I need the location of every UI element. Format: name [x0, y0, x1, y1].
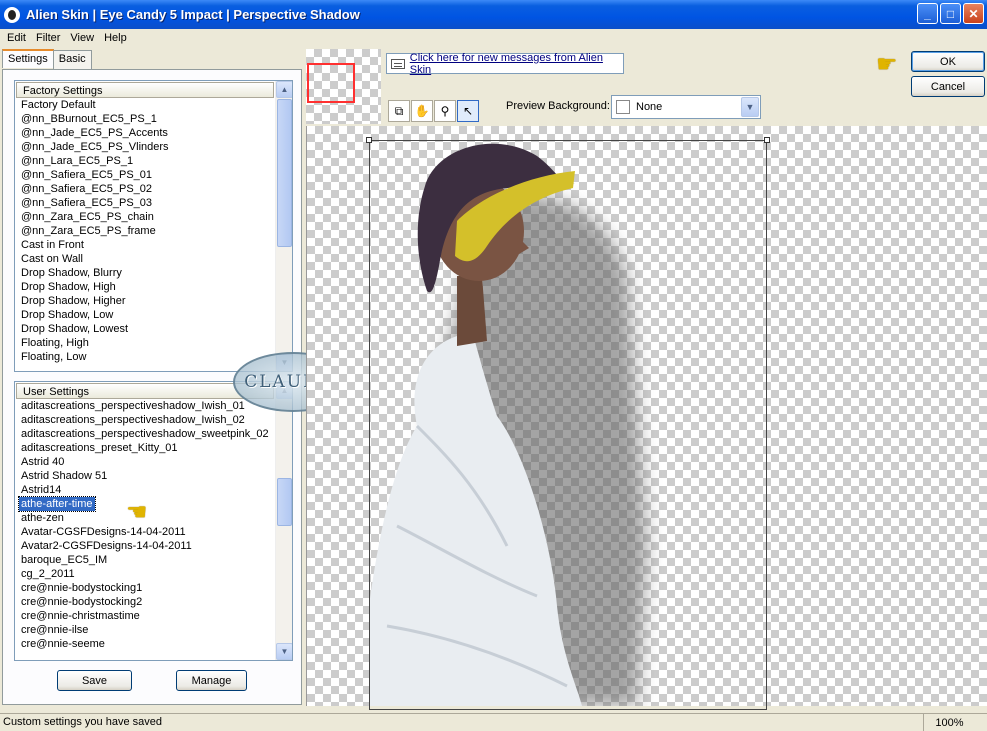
preview-toggle-icon[interactable]: ⧉ [388, 100, 410, 122]
list-item[interactable]: Avatar-CGSFDesigns-14-04-2011 [15, 525, 292, 539]
menu-filter[interactable]: Filter [31, 32, 65, 44]
scroll-thumb[interactable] [277, 478, 292, 526]
pointing-hand-icon: ☛ [876, 51, 898, 78]
list-item[interactable]: Astrid 40 [15, 455, 292, 469]
resize-handle[interactable] [764, 137, 770, 143]
app-icon[interactable] [4, 6, 20, 23]
menu-help[interactable]: Help [99, 32, 132, 44]
list-item[interactable]: aditascreations_perspectiveshadow_sweetp… [15, 427, 292, 441]
navigator-frame[interactable] [307, 63, 355, 103]
minimize-icon[interactable]: _ [917, 3, 938, 24]
message-icon [391, 58, 405, 69]
manage-button[interactable]: Manage [176, 670, 247, 691]
list-item[interactable]: Cast in Front [15, 238, 292, 252]
user-scrollbar[interactable]: ▲ ▼ [275, 382, 292, 660]
list-item[interactable]: Astrid14 [15, 483, 292, 497]
list-item[interactable]: cre@nnie-ilse [15, 623, 292, 637]
list-item[interactable]: @nn_Safiera_EC5_PS_01 [15, 168, 292, 182]
list-item[interactable]: @nn_Jade_EC5_PS_Accents [15, 126, 292, 140]
status-bar: Custom settings you have saved 100% [0, 713, 987, 731]
list-item[interactable]: Drop Shadow, Higher [15, 294, 292, 308]
menu-bar: Edit Filter View Help [0, 29, 987, 47]
navigator-thumbnail[interactable] [306, 49, 381, 124]
list-item[interactable]: @nn_Jade_EC5_PS_Vlinders [15, 140, 292, 154]
list-item[interactable]: Drop Shadow, Lowest [15, 322, 292, 336]
list-item[interactable]: cre@nnie-christmastime [15, 609, 292, 623]
title-bar: Alien Skin | Eye Candy 5 Impact | Perspe… [0, 0, 987, 29]
list-item[interactable]: Drop Shadow, Blurry [15, 266, 292, 280]
messages-link[interactable]: Click here for new messages from Alien S… [410, 52, 623, 76]
list-item[interactable]: Floating, High [15, 336, 292, 350]
tab-strip: Settings Basic [2, 49, 92, 69]
list-item[interactable]: @nn_Safiera_EC5_PS_02 [15, 182, 292, 196]
list-item[interactable]: aditascreations_perspectiveshadow_Iwish_… [15, 413, 292, 427]
factory-settings-list[interactable]: Factory Settings Factory Default @nn_BBur… [14, 80, 293, 372]
list-item[interactable]: athe-after-time [18, 496, 96, 512]
close-icon[interactable]: ✕ [963, 3, 984, 24]
list-item[interactable]: @nn_Zara_EC5_PS_frame [15, 224, 292, 238]
zoom-icon[interactable]: ⚲ [434, 100, 456, 122]
status-text: Custom settings you have saved [3, 716, 162, 728]
resize-handle[interactable] [366, 137, 372, 143]
list-item[interactable]: Astrid Shadow 51 [15, 469, 292, 483]
cancel-button[interactable]: Cancel [911, 76, 985, 97]
save-button[interactable]: Save [57, 670, 132, 691]
menu-view[interactable]: View [65, 32, 99, 44]
tab-basic[interactable]: Basic [52, 50, 92, 69]
scroll-thumb[interactable] [277, 99, 292, 247]
list-item[interactable]: @nn_Lara_EC5_PS_1 [15, 154, 292, 168]
messages-link-box[interactable]: Click here for new messages from Alien S… [386, 52, 624, 76]
window-controls: _ □ ✕ [917, 3, 984, 24]
factory-settings-header: Factory Settings [16, 82, 274, 98]
preview-background-value: None [636, 101, 663, 113]
list-item[interactable]: cre@nnie-seeme [15, 637, 292, 651]
list-item[interactable]: aditascreations_preset_Kitty_01 [15, 441, 292, 455]
list-item[interactable]: Factory Default [15, 98, 292, 112]
list-item[interactable]: baroque_EC5_IM [15, 553, 292, 567]
scroll-down-icon[interactable]: ▼ [276, 643, 292, 660]
list-item[interactable]: Drop Shadow, Low [15, 308, 292, 322]
preview-background-label: Preview Background: [506, 100, 610, 112]
list-item[interactable]: cre@nnie-bodystocking2 [15, 595, 292, 609]
user-settings-list[interactable]: User Settings aditascreations_perspectiv… [14, 381, 293, 661]
pointing-hand-icon: ☚ [126, 499, 148, 526]
factory-settings-items: Factory Default @nn_BBurnout_EC5_PS_1 @nn_… [15, 98, 292, 364]
hand-icon[interactable]: ✋ [411, 100, 433, 122]
list-item[interactable]: @nn_BBurnout_EC5_PS_1 [15, 112, 292, 126]
list-item[interactable]: Avatar2-CGSFDesigns-14-04-2011 [15, 539, 292, 553]
selection-frame[interactable] [366, 137, 770, 710]
preview-canvas[interactable] [306, 126, 987, 710]
list-item[interactable]: cg_2_2011 [15, 567, 292, 581]
list-item[interactable]: @nn_Safiera_EC5_PS_03 [15, 196, 292, 210]
list-item[interactable]: cre@nnie-bodystocking1 [15, 581, 292, 595]
preview-toolbar: ⧉ ✋ ⚲ ↖ [388, 100, 479, 122]
maximize-icon[interactable]: □ [940, 3, 961, 24]
chevron-down-icon[interactable]: ▼ [741, 97, 759, 117]
scroll-up-icon[interactable]: ▲ [276, 81, 292, 98]
tab-settings[interactable]: Settings [2, 49, 54, 68]
list-item[interactable]: athe-zen [15, 511, 292, 525]
background-swatch [616, 100, 630, 114]
zoom-level: 100% [923, 714, 975, 731]
list-item[interactable]: Cast on Wall [15, 252, 292, 266]
menu-edit[interactable]: Edit [2, 32, 31, 44]
factory-scrollbar[interactable]: ▲ ▼ [275, 81, 292, 371]
list-item[interactable]: @nn_Zara_EC5_PS_chain [15, 210, 292, 224]
ok-button[interactable]: OK [911, 51, 985, 72]
list-item[interactable]: Drop Shadow, High [15, 280, 292, 294]
preview-background-select[interactable]: None ▼ [611, 95, 761, 119]
arrow-pointer-icon[interactable]: ↖ [457, 100, 479, 122]
window-title: Alien Skin | Eye Candy 5 Impact | Perspe… [26, 7, 360, 22]
user-settings-items: aditascreations_perspectiveshadow_Iwish_… [15, 399, 292, 651]
